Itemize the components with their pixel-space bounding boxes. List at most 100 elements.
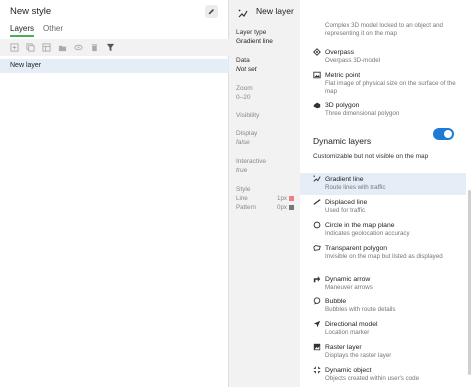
- prop-visibility[interactable]: Visibility: [236, 112, 259, 119]
- item-desc: Overpass 3D-model: [325, 57, 381, 64]
- folder-icon[interactable]: [57, 43, 67, 53]
- item-desc: Flat image of physical size on the surfa…: [325, 80, 456, 95]
- list-item-dynamic-object[interactable]: Dynamic object Objects created within us…: [300, 366, 466, 383]
- dynamic-layers-toggle[interactable]: [433, 128, 454, 140]
- dynamic-arrow-title: Dynamic arrow: [325, 275, 371, 283]
- left-tabs: Layers Other: [10, 24, 63, 37]
- style-pattern-row: Pattern 0px: [236, 204, 294, 211]
- list-item-raster-layer[interactable]: Raster layer Displays the raster layer: [300, 343, 466, 360]
- arrow-icon: [313, 275, 321, 283]
- gradient-line-icon: [238, 6, 248, 24]
- displaced-line-title: Displaced line: [325, 198, 368, 206]
- item-desc: Maneuver arrows: [325, 284, 373, 291]
- layer-title: New layer: [256, 6, 294, 16]
- layer-item-new-layer[interactable]: New layer: [0, 59, 229, 73]
- styles-panel: New style Layers Other New layer: [0, 0, 229, 387]
- layer-type-label: Layer type: [236, 29, 267, 36]
- style-pattern-label: Pattern: [236, 204, 256, 211]
- layer-type-list: Complex 3D model locked to an object and…: [300, 0, 474, 387]
- dynamic-object-title: Dynamic object: [325, 366, 372, 374]
- prop-data[interactable]: Data Not set: [236, 57, 257, 73]
- circle-icon: [313, 221, 321, 229]
- image-icon: [313, 71, 321, 79]
- 3d-polygon-title: 3D polygon: [325, 101, 360, 109]
- list-item-3d-polygon[interactable]: 3D polygon Three dimensional polygon: [300, 101, 466, 118]
- line-color-swatch: [289, 196, 294, 201]
- layers-toolbar: [0, 39, 229, 56]
- circle-title: Circle in the map plane: [325, 221, 395, 229]
- style-label: Style: [236, 186, 251, 193]
- pencil-icon: [208, 9, 214, 15]
- item-title: Metric point: [313, 71, 466, 79]
- item-desc: Bubbles with route details: [325, 306, 396, 313]
- item-desc: Complex 3D model locked to an object and…: [325, 22, 443, 37]
- list-item-bubble[interactable]: Bubble Bubbles with route details: [300, 297, 466, 314]
- list-item-gradient-line[interactable]: Gradient line Route lines with traffic: [300, 173, 466, 195]
- item-desc: Three dimensional polygon: [325, 110, 400, 117]
- list-item-overpass[interactable]: Overpass Overpass 3D-model: [300, 48, 466, 65]
- gradient-line-icon: [313, 175, 321, 183]
- display-label: Display: [236, 130, 258, 137]
- dynamic-layers-desc: Customizable but not visible on the map: [313, 153, 429, 160]
- item-desc: Used for traffic: [325, 207, 366, 214]
- item-desc: Location marker: [325, 329, 370, 336]
- style-title: New style: [10, 6, 52, 17]
- list-item-transparent-polygon[interactable]: Transparent polygon Invisible on the map…: [300, 244, 466, 261]
- filter-icon[interactable]: [105, 43, 115, 53]
- trash-icon[interactable]: [89, 43, 99, 53]
- pattern-color-swatch: [289, 205, 294, 210]
- item-title: Transparent polygon: [313, 244, 466, 252]
- data-value: Not set: [236, 66, 257, 73]
- group-layer-icon[interactable]: [41, 43, 51, 53]
- prop-zoom[interactable]: Zoom 0–20: [236, 85, 253, 101]
- copy-layer-icon[interactable]: [25, 43, 35, 53]
- bubble-title: Bubble: [325, 297, 347, 305]
- item-desc: Route lines with traffic: [325, 184, 386, 191]
- display-value: false: [236, 139, 250, 146]
- list-item-metric-point[interactable]: Metric point Flat image of physical size…: [300, 71, 466, 95]
- transparent-polygon-title: Transparent polygon: [325, 244, 388, 252]
- item-title: Displaced line: [313, 198, 466, 206]
- layer-properties-panel: Layer type Gradient line Data Not set Zo…: [229, 0, 300, 387]
- item-title: Bubble: [313, 297, 466, 305]
- style-line-label: Line: [236, 195, 248, 202]
- list-item-displaced-line[interactable]: Displaced line Used for traffic: [300, 198, 466, 215]
- metric-point-title: Metric point: [325, 71, 361, 79]
- tab-other[interactable]: Other: [43, 24, 63, 37]
- list-item[interactable]: Complex 3D model locked to an object and…: [300, 22, 466, 37]
- style-line-row: Line 1px: [236, 195, 294, 202]
- interactive-label: Interactive: [236, 158, 266, 165]
- visibility-icon[interactable]: [73, 43, 83, 53]
- interactive-value: true: [236, 167, 248, 174]
- zoom-value: 0–20: [236, 94, 251, 101]
- list-scrollbar[interactable]: [468, 190, 471, 375]
- item-title: Raster layer: [313, 343, 466, 351]
- transparent-polygon-icon: [313, 244, 321, 252]
- visibility-label: Visibility: [236, 112, 260, 119]
- style-line-value: 1px: [277, 195, 287, 202]
- bubble-icon: [313, 297, 321, 305]
- layer-type-value: Gradient line: [236, 38, 273, 45]
- item-title: Circle in the map plane: [313, 221, 466, 229]
- item-desc: Invisible on the map but listed as displ…: [325, 253, 443, 260]
- data-label: Data: [236, 57, 250, 64]
- item-desc: Objects created within user's code: [325, 375, 420, 382]
- prop-layer-type[interactable]: Layer type Gradient line: [236, 29, 273, 45]
- list-item-directional-model[interactable]: Directional model Location marker: [300, 320, 466, 337]
- dynamic-layers-title: Dynamic layers: [313, 136, 372, 146]
- prop-style[interactable]: Style Line 1px Pattern 0px: [236, 186, 294, 211]
- item-title: Overpass: [313, 48, 466, 56]
- edit-style-button[interactable]: [205, 5, 218, 18]
- directional-model-title: Directional model: [325, 320, 378, 328]
- item-desc: Displays the raster layer: [325, 352, 392, 359]
- dynamic-object-icon: [313, 366, 321, 374]
- item-title: Directional model: [313, 320, 466, 328]
- prop-display[interactable]: Display false: [236, 130, 257, 146]
- add-layer-icon[interactable]: [9, 43, 19, 53]
- overpass-title: Overpass: [325, 48, 355, 56]
- item-title: Dynamic object: [313, 366, 466, 374]
- list-item-circle[interactable]: Circle in the map plane Indicates geoloc…: [300, 221, 466, 238]
- prop-interactive[interactable]: Interactive true: [236, 158, 266, 174]
- tab-layers[interactable]: Layers: [10, 24, 35, 37]
- list-item-dynamic-arrow[interactable]: Dynamic arrow Maneuver arrows: [300, 275, 466, 292]
